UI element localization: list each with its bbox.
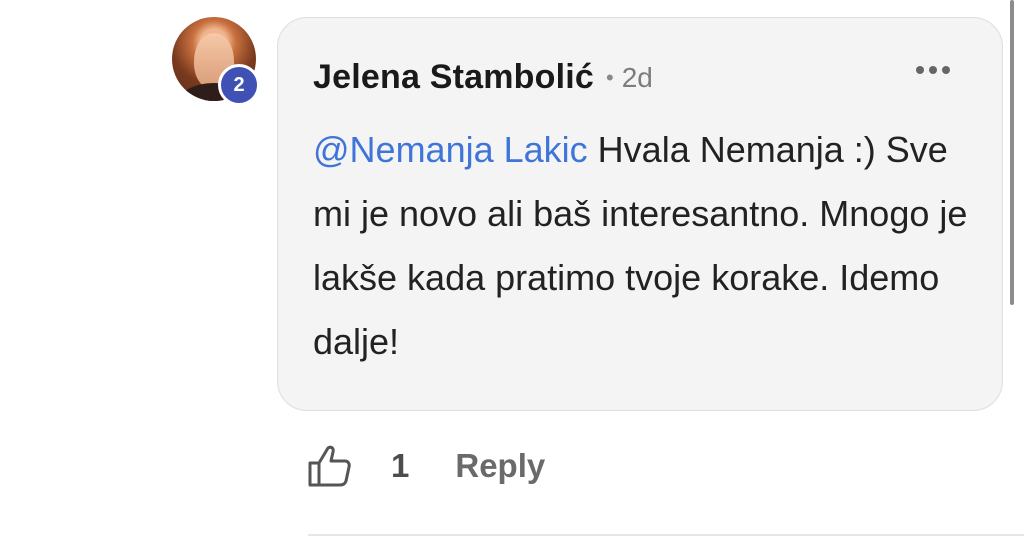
like-count: 1: [391, 447, 410, 484]
comment-bubble: Jelena Stambolić • 2d @Nemanja Lakic Hva…: [277, 17, 1003, 411]
separator-dot: •: [605, 64, 614, 90]
comment-text: @Nemanja Lakic Hvala Nemanja :) Sve mi j…: [313, 118, 983, 374]
thumbs-up-icon[interactable]: [305, 442, 353, 490]
comment-header: Jelena Stambolić • 2d: [313, 58, 653, 97]
comment-actions: 1 Reply: [305, 440, 545, 492]
divider: [308, 534, 1024, 536]
more-dot: [916, 66, 924, 74]
scrollbar[interactable]: [1010, 0, 1014, 305]
more-dot: [942, 66, 950, 74]
more-dot: [929, 66, 937, 74]
rank-badge: 2: [218, 64, 260, 106]
timestamp: 2d: [621, 61, 653, 93]
more-options-icon[interactable]: [916, 66, 950, 74]
author-name[interactable]: Jelena Stambolić: [313, 58, 594, 97]
mention-link[interactable]: @Nemanja Lakic: [313, 129, 588, 170]
reply-button[interactable]: Reply: [455, 447, 545, 485]
